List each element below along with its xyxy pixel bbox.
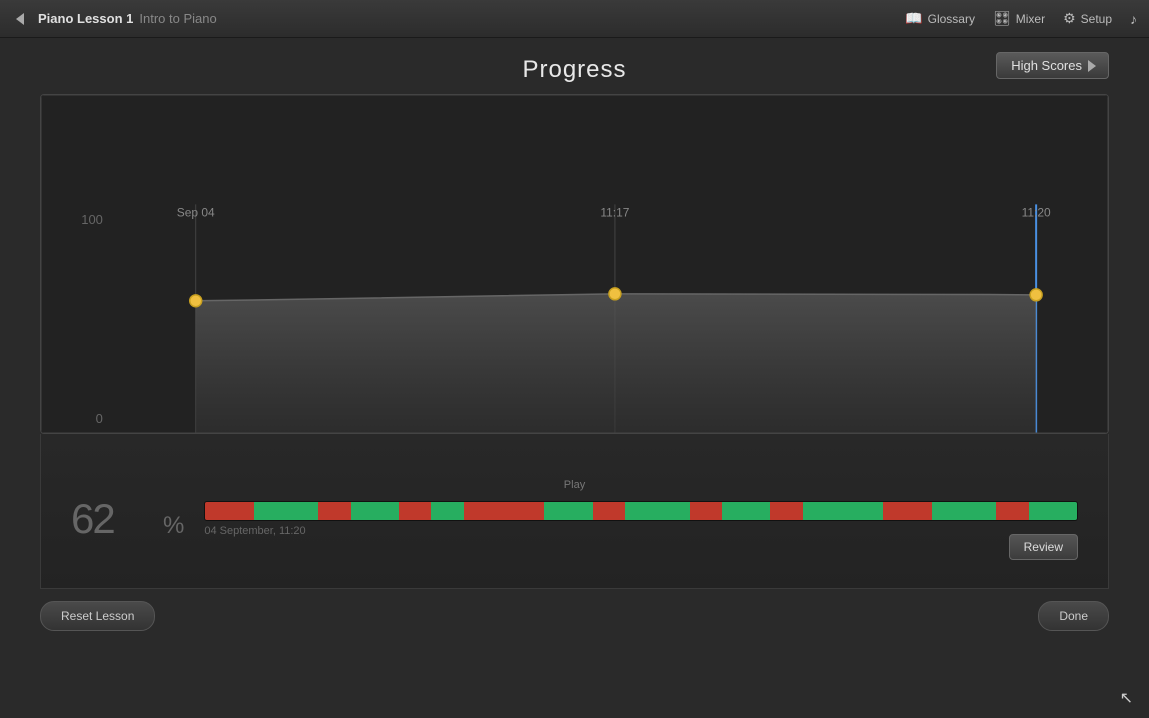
bar-segment <box>690 502 722 520</box>
nav-right: 📖 Glossary 🎛 Mixer ⚙ Setup ♪ <box>905 10 1137 27</box>
bar-segment <box>318 502 350 520</box>
chart-svg: 100 0 Sep 04 11:17 11:20 <box>41 95 1108 433</box>
bar-segment <box>625 502 690 520</box>
svg-text:0: 0 <box>96 411 103 426</box>
svg-text:11:20: 11:20 <box>1022 205 1051 219</box>
bar-segment <box>254 502 319 520</box>
bar-segment <box>544 502 592 520</box>
mixer-nav[interactable]: 🎛 Mixer <box>993 10 1045 27</box>
svg-text:100: 100 <box>81 212 103 227</box>
score-value: 62 <box>71 495 171 543</box>
timestamp: 04 September, 11:20 <box>204 525 1078 537</box>
mixer-icon: 🎛 <box>993 10 1011 27</box>
bar-segment <box>464 502 545 520</box>
setup-icon: ⚙ <box>1063 10 1076 27</box>
score-row: 62 % 04 September, 11:20 <box>71 495 1078 543</box>
review-button[interactable]: Review <box>1009 534 1078 560</box>
lesson-subtitle: Intro to Piano <box>139 11 216 26</box>
mixer-label: Mixer <box>1016 12 1045 26</box>
glossary-nav[interactable]: 📖 Glossary <box>905 10 975 27</box>
glossary-icon: 📖 <box>905 10 922 27</box>
bar-segment <box>205 502 253 520</box>
bar-segment <box>932 502 997 520</box>
bottom-panel: Play 62 % 04 September, 11:20 Review <box>40 434 1109 589</box>
music-nav[interactable]: ♪ <box>1130 11 1137 27</box>
play-label: Play <box>71 479 1078 491</box>
progress-bar <box>204 501 1078 521</box>
bar-segment <box>722 502 770 520</box>
footer: Reset Lesson Done <box>0 589 1149 631</box>
progress-chart: 100 0 Sep 04 11:17 11:20 <box>40 94 1109 434</box>
setup-nav[interactable]: ⚙ Setup <box>1063 10 1112 27</box>
setup-label: Setup <box>1081 12 1112 26</box>
score-display-wrap: 62 % <box>71 495 184 543</box>
page-title: Progress <box>40 56 1109 84</box>
bar-segment <box>883 502 931 520</box>
back-button[interactable] <box>12 11 28 27</box>
progress-bar-wrap: 04 September, 11:20 <box>204 501 1078 537</box>
page-title-wrap: Progress High Scores <box>40 38 1109 94</box>
bar-segment <box>1029 502 1077 520</box>
score-percent: % <box>163 512 184 540</box>
high-scores-button[interactable]: High Scores <box>996 52 1109 79</box>
svg-text:11:17: 11:17 <box>600 205 629 219</box>
svg-text:Sep 04: Sep 04 <box>177 205 215 219</box>
main-content: Progress High Scores 100 0 Sep 04 11:17 … <box>0 38 1149 589</box>
bar-segment <box>996 502 1028 520</box>
bar-segment <box>399 502 431 520</box>
reset-lesson-button[interactable]: Reset Lesson <box>40 601 155 631</box>
bar-segment <box>770 502 802 520</box>
bar-segment <box>593 502 625 520</box>
music-icon: ♪ <box>1130 11 1137 27</box>
done-button[interactable]: Done <box>1038 601 1109 631</box>
bar-segment <box>803 502 884 520</box>
bar-segment <box>351 502 399 520</box>
titlebar: Piano Lesson 1 Intro to Piano 📖 Glossary… <box>0 0 1149 38</box>
cursor: ↖ <box>1120 688 1133 708</box>
glossary-label: Glossary <box>928 12 975 26</box>
bar-segment <box>431 502 463 520</box>
lesson-title: Piano Lesson 1 <box>38 11 133 26</box>
